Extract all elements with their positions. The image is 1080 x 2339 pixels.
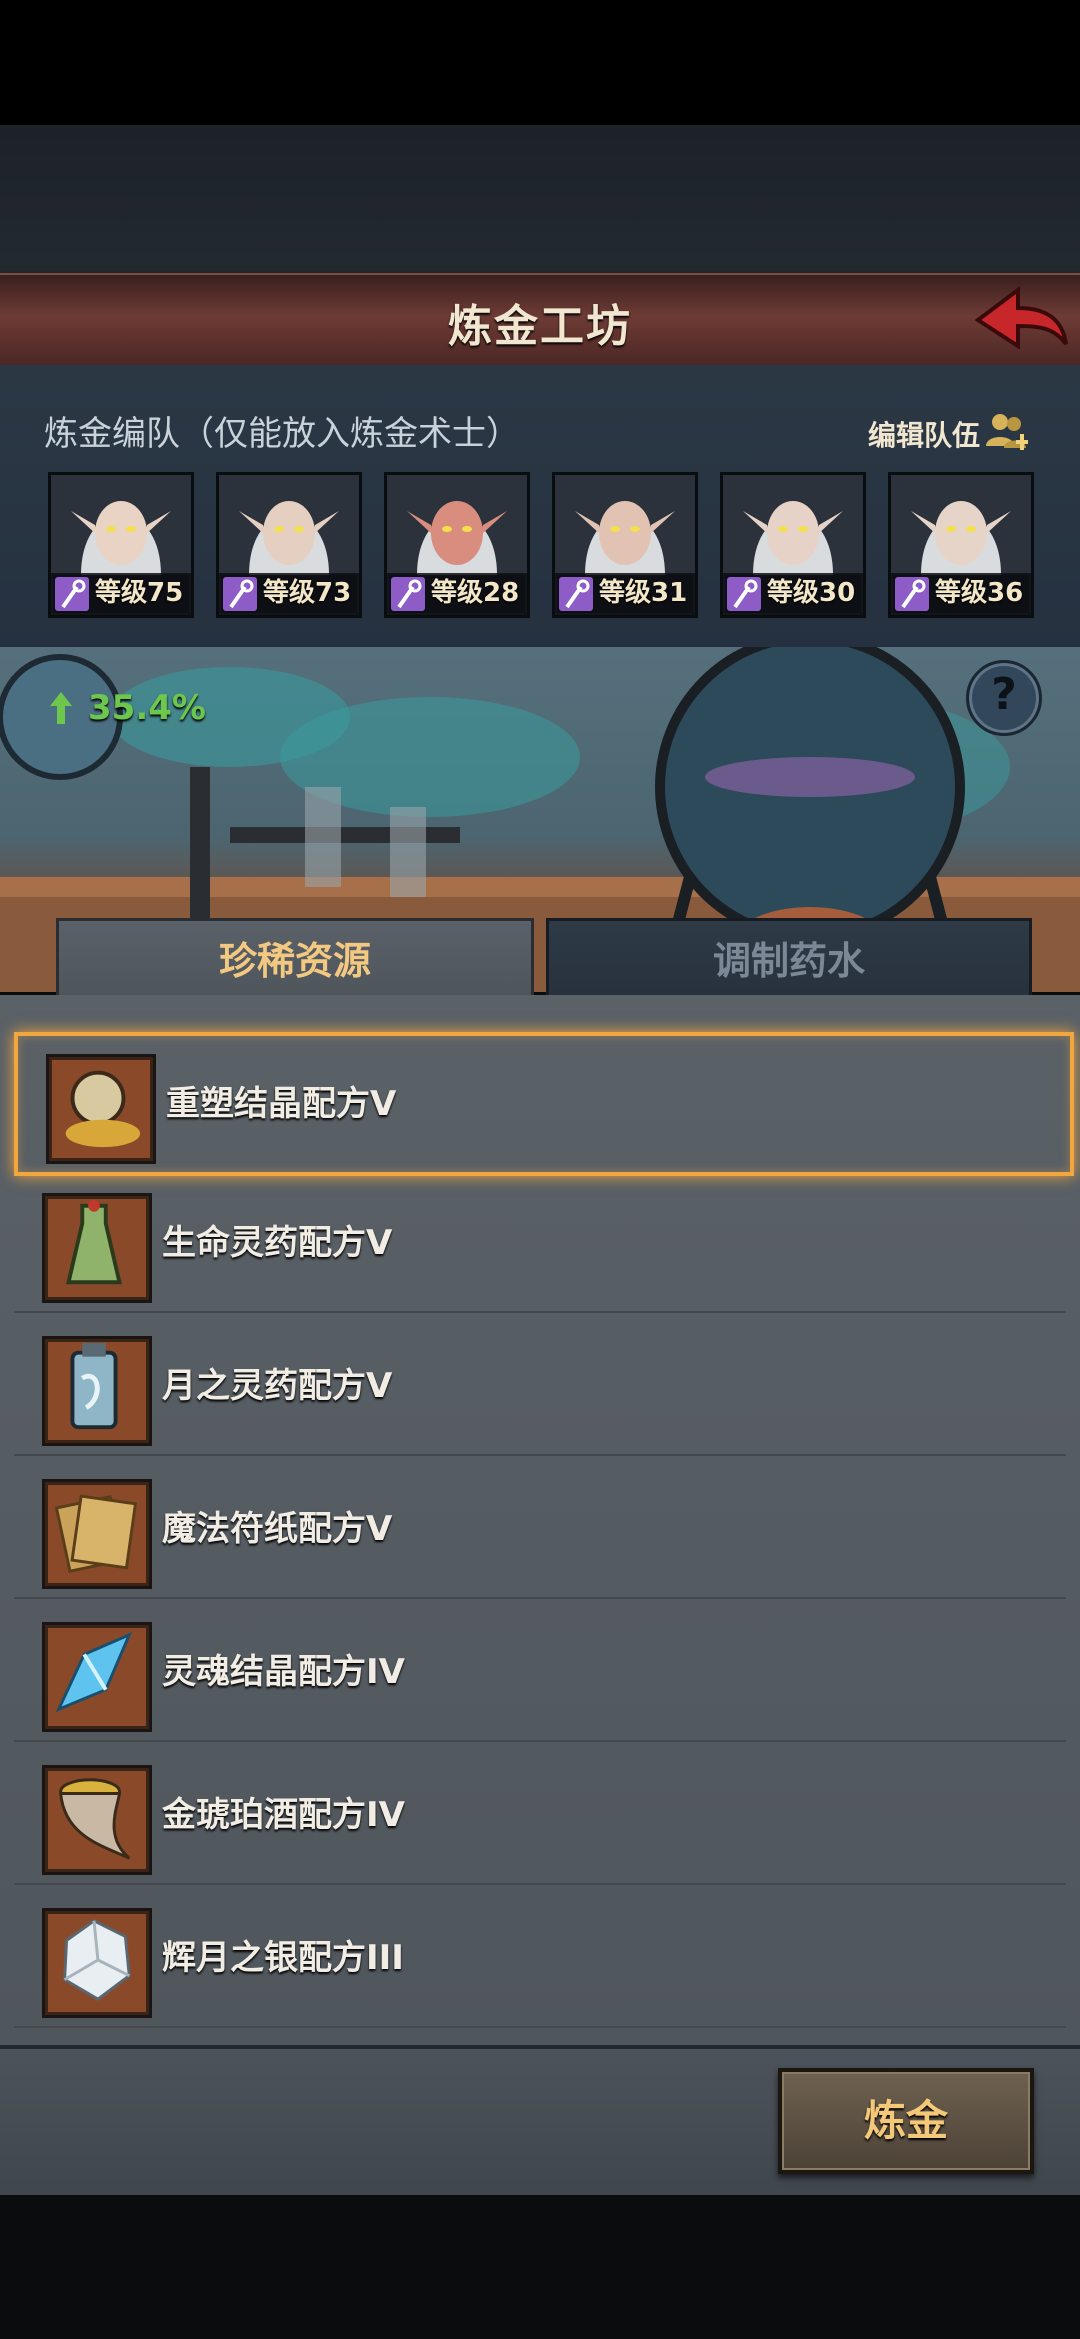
elf-portrait-icon bbox=[723, 475, 863, 575]
recipe-row[interactable]: 辉月之银配方III bbox=[14, 1890, 1066, 2028]
recipe-name: 魔法符纸配方V bbox=[162, 1509, 393, 1549]
top-backdrop bbox=[0, 125, 1080, 275]
hero-slot[interactable]: 等级36 bbox=[888, 472, 1034, 618]
hero-slot[interactable]: 等级28 bbox=[384, 472, 530, 618]
hero-level: 等级30 bbox=[767, 578, 856, 608]
blue-crystal-icon bbox=[42, 1622, 152, 1732]
staff-class-icon bbox=[895, 577, 929, 611]
hero-slot[interactable]: 等级31 bbox=[552, 472, 698, 618]
recipe-row[interactable]: 魔法符纸配方V bbox=[14, 1461, 1066, 1599]
recipe-name: 生命灵药配方V bbox=[162, 1223, 393, 1263]
help-button[interactable]: ? bbox=[966, 660, 1042, 736]
recipe-row[interactable]: 灵魂结晶配方IV bbox=[14, 1604, 1066, 1742]
edit-team-icon[interactable] bbox=[984, 410, 1032, 456]
staff-class-icon bbox=[55, 577, 89, 611]
tab-brew-potions[interactable]: 调制药水 bbox=[546, 918, 1032, 1004]
green-potion-icon bbox=[42, 1193, 152, 1303]
staff-class-icon bbox=[223, 577, 257, 611]
elf-portrait-icon bbox=[51, 475, 191, 575]
staff-class-icon bbox=[559, 577, 593, 611]
silver-ore-icon bbox=[42, 1908, 152, 2018]
back-arrow-icon bbox=[974, 286, 1068, 350]
status-bar bbox=[0, 0, 1080, 125]
team-title: 炼金编队（仅能放入炼金术士） bbox=[44, 414, 520, 454]
recipe-name: 重塑结晶配方V bbox=[166, 1084, 397, 1124]
elf-portrait-icon bbox=[219, 475, 359, 575]
hero-level: 等级75 bbox=[95, 578, 184, 608]
recipe-name: 金琥珀酒配方IV bbox=[162, 1795, 405, 1835]
elf-portrait-icon bbox=[891, 475, 1031, 575]
recipe-row[interactable]: 金琥珀酒配方IV bbox=[14, 1747, 1066, 1885]
bonus-up-arrow-icon bbox=[50, 692, 72, 724]
alchemy-button[interactable]: 炼金 bbox=[778, 2068, 1034, 2174]
staff-class-icon bbox=[727, 577, 761, 611]
elf-portrait-icon bbox=[387, 475, 527, 575]
hero-slot[interactable]: 等级75 bbox=[48, 472, 194, 618]
parchment-icon bbox=[42, 1479, 152, 1589]
recipe-name: 灵魂结晶配方IV bbox=[162, 1652, 405, 1692]
edit-team-label[interactable]: 编辑队伍 bbox=[868, 414, 980, 454]
hero-level: 等级31 bbox=[599, 578, 688, 608]
page-title: 炼金工坊 bbox=[448, 301, 632, 352]
hero-slot[interactable]: 等级30 bbox=[720, 472, 866, 618]
hero-level: 等级28 bbox=[431, 578, 520, 608]
help-icon: ? bbox=[991, 669, 1017, 720]
recipe-row[interactable]: 生命灵药配方V bbox=[14, 1175, 1066, 1313]
recipe-name: 月之灵药配方V bbox=[162, 1366, 393, 1406]
hero-level: 等级73 bbox=[263, 578, 352, 608]
efficiency-bonus: 35.4% bbox=[88, 688, 206, 728]
bottom-bar bbox=[0, 2195, 1080, 2339]
recipe-name: 辉月之银配方III bbox=[162, 1938, 404, 1978]
recipe-row[interactable]: 重塑结晶配方V bbox=[14, 1032, 1074, 1176]
back-button[interactable] bbox=[970, 280, 1070, 360]
blue-bottle-icon bbox=[42, 1336, 152, 1446]
staff-class-icon bbox=[391, 577, 425, 611]
tab-rare-resources[interactable]: 珍稀资源 bbox=[56, 918, 534, 1001]
hero-slot[interactable]: 等级73 bbox=[216, 472, 362, 618]
elf-portrait-icon bbox=[555, 475, 695, 575]
hero-level: 等级36 bbox=[935, 578, 1024, 608]
recipe-row[interactable]: 月之灵药配方V bbox=[14, 1318, 1066, 1456]
gold-sand-flask-icon bbox=[46, 1054, 156, 1164]
horn-cup-icon bbox=[42, 1765, 152, 1875]
